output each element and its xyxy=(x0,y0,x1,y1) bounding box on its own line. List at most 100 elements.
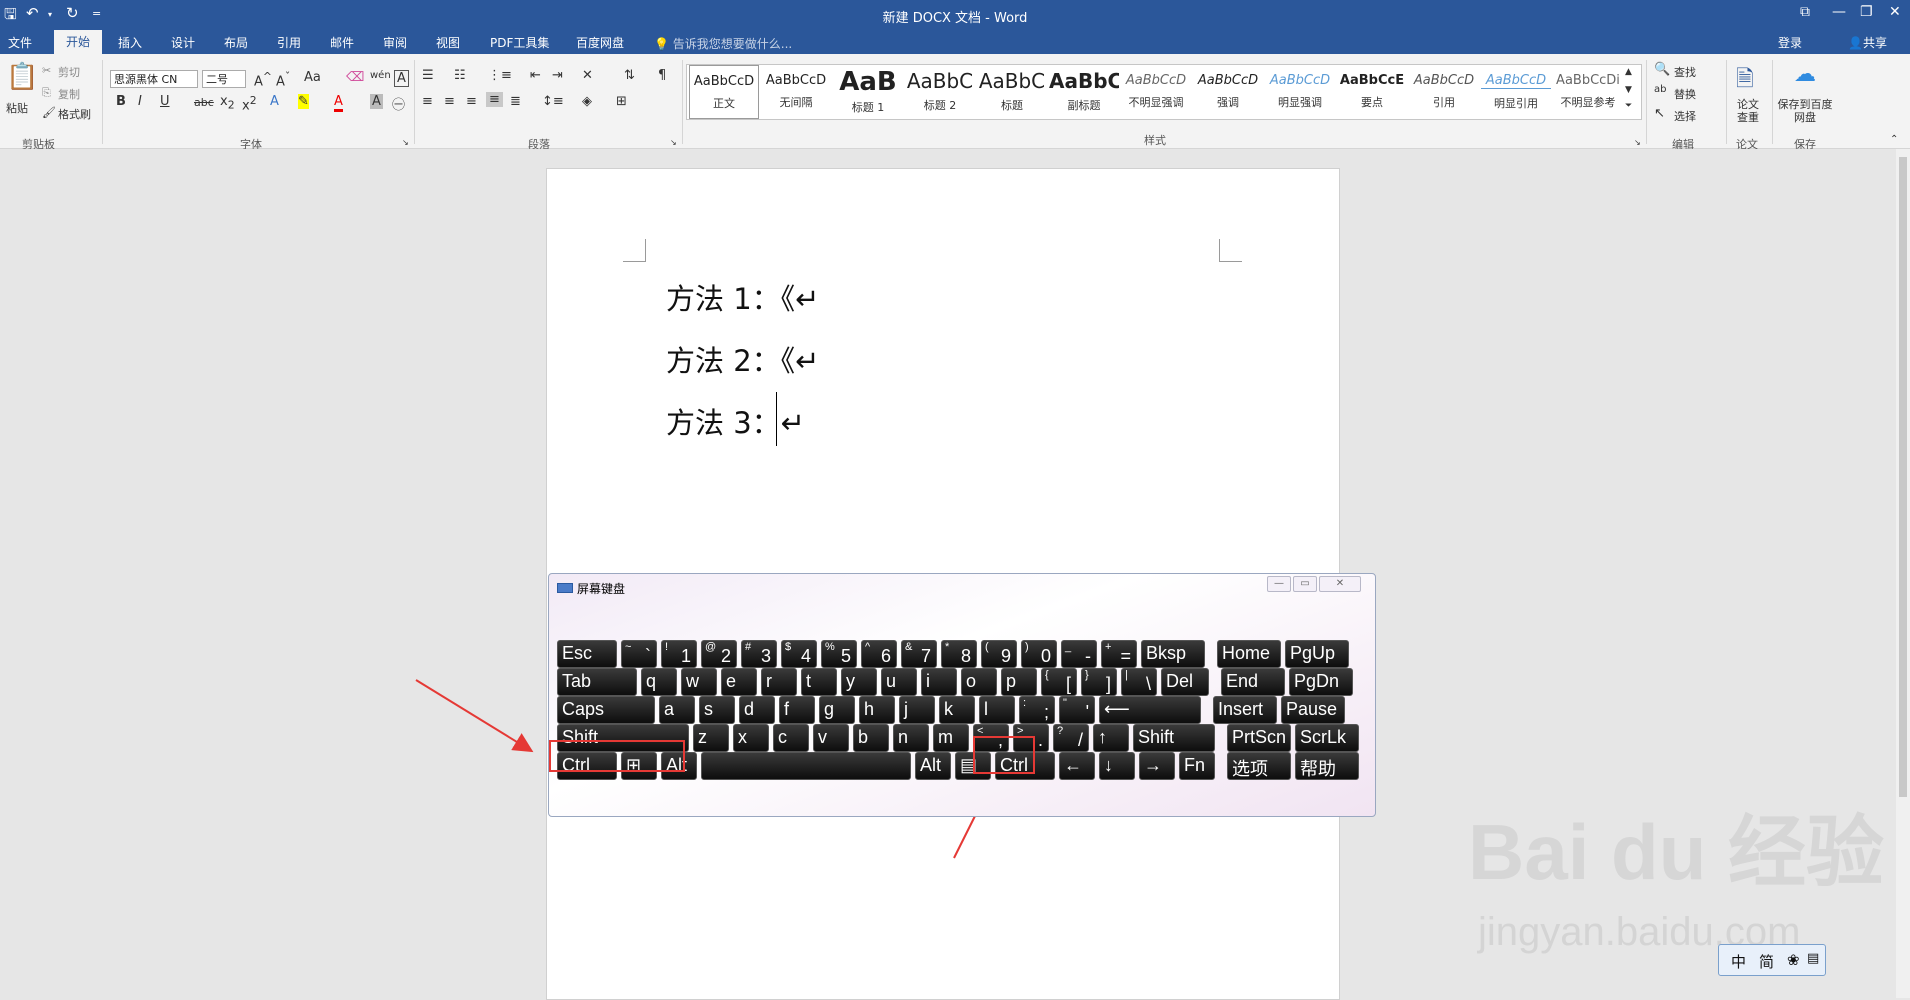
key-a[interactable]: a xyxy=(659,696,695,724)
osk-maximize-button[interactable]: ▭ xyxy=(1293,576,1317,592)
highlight-comma-key xyxy=(973,736,1035,774)
key-legend: w xyxy=(686,671,699,691)
key-5[interactable]: % 5 xyxy=(821,640,857,668)
key-3[interactable]: #3 xyxy=(741,640,777,668)
key-d[interactable]: d xyxy=(739,696,775,724)
key-main-legend: 4 xyxy=(800,646,811,666)
key-main-legend: 2 xyxy=(720,646,731,666)
key-q[interactable]: q xyxy=(641,668,677,696)
key-0-1[interactable]: ~ ` xyxy=(621,640,657,668)
key-7[interactable]: & 7 xyxy=(901,640,937,668)
key-main-legend: 6 xyxy=(880,646,891,666)
key-k[interactable]: k xyxy=(939,696,975,724)
key-c[interactable]: c xyxy=(773,724,809,752)
key-legend: Esc xyxy=(562,643,593,663)
key-legend: Tab xyxy=(562,671,592,691)
key-3-10[interactable]: ? / xyxy=(1053,724,1089,752)
key-4-7[interactable]: ← xyxy=(1059,752,1095,780)
ime-script-toggle[interactable]: 简 xyxy=(1759,951,1774,972)
key-0-15[interactable]: Home xyxy=(1217,640,1281,668)
key-v[interactable]: v xyxy=(813,724,849,752)
key-2-14[interactable]: Pause xyxy=(1281,696,1345,724)
key-y[interactable]: y xyxy=(841,668,877,696)
key-m[interactable]: m xyxy=(933,724,969,752)
key-z[interactable]: z xyxy=(693,724,729,752)
keyboard-icon xyxy=(557,583,573,593)
ime-toolbar[interactable]: 中 简 ❀ ▤ xyxy=(1718,944,1826,976)
key-2-10[interactable]: :; xyxy=(1019,696,1055,724)
key-legend: l xyxy=(984,699,988,719)
key-legend: 选项 xyxy=(1232,759,1268,779)
key-2-11[interactable]: " ' xyxy=(1059,696,1095,724)
key-4-12[interactable]: 帮助 xyxy=(1295,752,1359,780)
key-o[interactable]: o xyxy=(961,668,997,696)
key-legend: a xyxy=(664,699,675,719)
key-4-9[interactable]: → xyxy=(1139,752,1175,780)
key-4-3[interactable] xyxy=(701,752,911,780)
key-0-14[interactable]: Bksp xyxy=(1141,640,1205,668)
key-0-12[interactable]: _ - xyxy=(1061,640,1097,668)
arrow-to-shift xyxy=(415,679,534,753)
key-main-legend: 8 xyxy=(960,646,971,666)
osk-close-button[interactable]: ✕ xyxy=(1319,576,1361,592)
key-legend: ← xyxy=(1064,755,1082,775)
key-t[interactable]: t xyxy=(801,668,837,696)
key-legend: → xyxy=(1144,755,1162,775)
key-x[interactable]: x xyxy=(733,724,769,752)
key-i[interactable]: i xyxy=(921,668,957,696)
key-9[interactable]: (9 xyxy=(981,640,1017,668)
key-4-10[interactable]: Fn xyxy=(1179,752,1215,780)
key-1-0[interactable]: Tab xyxy=(557,668,637,696)
key-legend: Pause xyxy=(1286,699,1338,719)
key-8[interactable]: * 8 xyxy=(941,640,977,668)
key-r[interactable]: r xyxy=(761,668,797,696)
key-0[interactable]: ) 0 xyxy=(1021,640,1057,668)
key-0-13[interactable]: + = xyxy=(1101,640,1137,668)
key-4-4[interactable]: Alt xyxy=(915,752,951,780)
key-2-12[interactable]: ⟵ xyxy=(1099,696,1201,724)
key-w[interactable]: w xyxy=(681,668,717,696)
key-b[interactable]: b xyxy=(853,724,889,752)
key-legend: Del xyxy=(1166,671,1194,691)
key-legend: Insert xyxy=(1218,699,1264,719)
key-1-11[interactable]: {[ xyxy=(1041,668,1077,696)
key-2[interactable]: @2 xyxy=(701,640,737,668)
key-1-12[interactable]: }] xyxy=(1081,668,1117,696)
key-s[interactable]: s xyxy=(699,696,735,724)
key-legend: Fn xyxy=(1184,755,1206,775)
key-g[interactable]: g xyxy=(819,696,855,724)
key-f[interactable]: f xyxy=(779,696,815,724)
key-j[interactable]: j xyxy=(899,696,935,724)
key-u[interactable]: u xyxy=(881,668,917,696)
key-1[interactable]: ! 1 xyxy=(661,640,697,668)
key-4-11[interactable]: 选项 xyxy=(1227,752,1291,780)
ime-settings-icon[interactable]: ▤ xyxy=(1807,951,1819,966)
key-3-13[interactable]: PrtScn xyxy=(1227,724,1291,752)
key-0-16[interactable]: PgUp xyxy=(1285,640,1349,668)
key-shift-legend: ) xyxy=(1025,641,1029,653)
osk-minimize-button[interactable]: — xyxy=(1267,576,1291,592)
ime-skin-icon[interactable]: ❀ xyxy=(1787,951,1800,969)
key-1-16[interactable]: PgDn xyxy=(1289,668,1353,696)
key-e[interactable]: e xyxy=(721,668,757,696)
key-1-14[interactable]: Del xyxy=(1161,668,1209,696)
key-l[interactable]: l xyxy=(979,696,1015,724)
key-legend: p xyxy=(1006,671,1017,691)
key-2-0[interactable]: Caps xyxy=(557,696,655,724)
key-2-13[interactable]: Insert xyxy=(1213,696,1277,724)
key-3-11[interactable]: ↑ xyxy=(1093,724,1129,752)
ime-mode-toggle[interactable]: 中 xyxy=(1731,951,1746,972)
key-6[interactable]: ^ 6 xyxy=(861,640,897,668)
key-legend: z xyxy=(698,727,707,747)
key-main-legend: . xyxy=(1037,730,1043,750)
key-4-8[interactable]: ↓ xyxy=(1099,752,1135,780)
key-4[interactable]: $4 xyxy=(781,640,817,668)
key-1-15[interactable]: End xyxy=(1221,668,1285,696)
key-1-13[interactable]: | \ xyxy=(1121,668,1157,696)
key-h[interactable]: h xyxy=(859,696,895,724)
key-3-12[interactable]: Shift xyxy=(1133,724,1215,752)
key-n[interactable]: n xyxy=(893,724,929,752)
key-p[interactable]: p xyxy=(1001,668,1037,696)
key-3-14[interactable]: ScrLk xyxy=(1295,724,1359,752)
key-0-0[interactable]: Esc xyxy=(557,640,617,668)
